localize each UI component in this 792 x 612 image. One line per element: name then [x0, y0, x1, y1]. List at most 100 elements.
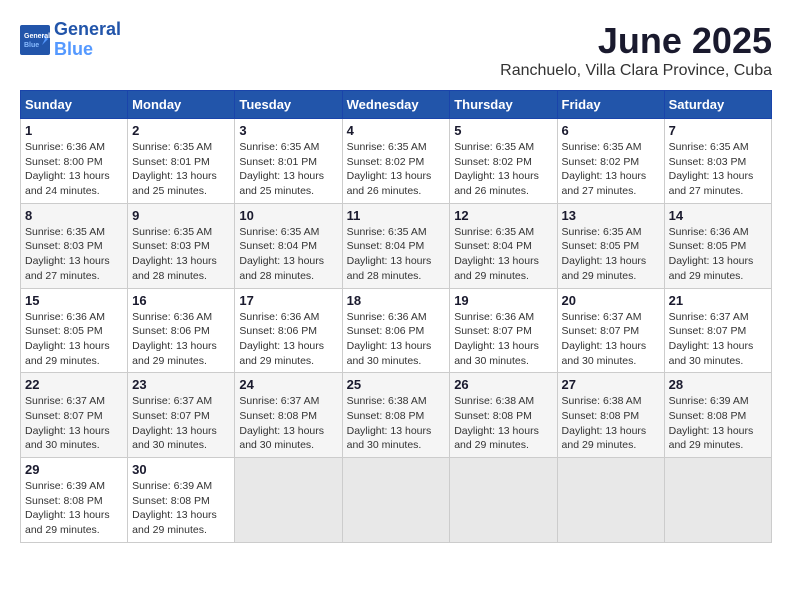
day-info: Sunrise: 6:35 AMSunset: 8:01 PMDaylight:… — [239, 141, 324, 197]
day-info: Sunrise: 6:35 AMSunset: 8:04 PMDaylight:… — [347, 226, 432, 282]
svg-text:General: General — [24, 33, 50, 40]
calendar-cell: 4 Sunrise: 6:35 AMSunset: 8:02 PMDayligh… — [342, 119, 450, 204]
calendar-week-row: 8 Sunrise: 6:35 AMSunset: 8:03 PMDayligh… — [21, 203, 772, 288]
calendar-cell: 14 Sunrise: 6:36 AMSunset: 8:05 PMDaylig… — [664, 203, 771, 288]
calendar-cell — [342, 458, 450, 543]
day-number: 2 — [132, 123, 230, 138]
calendar-cell: 7 Sunrise: 6:35 AMSunset: 8:03 PMDayligh… — [664, 119, 771, 204]
calendar-cell — [235, 458, 342, 543]
day-number: 8 — [25, 208, 123, 223]
calendar-week-row: 1 Sunrise: 6:36 AMSunset: 8:00 PMDayligh… — [21, 119, 772, 204]
day-number: 4 — [347, 123, 446, 138]
calendar-week-row: 15 Sunrise: 6:36 AMSunset: 8:05 PMDaylig… — [21, 288, 772, 373]
calendar-cell: 24 Sunrise: 6:37 AMSunset: 8:08 PMDaylig… — [235, 373, 342, 458]
day-number: 17 — [239, 293, 337, 308]
day-info: Sunrise: 6:37 AMSunset: 8:07 PMDaylight:… — [562, 311, 647, 367]
day-number: 7 — [669, 123, 767, 138]
calendar-cell: 26 Sunrise: 6:38 AMSunset: 8:08 PMDaylig… — [450, 373, 557, 458]
calendar-cell: 18 Sunrise: 6:36 AMSunset: 8:06 PMDaylig… — [342, 288, 450, 373]
day-info: Sunrise: 6:35 AMSunset: 8:01 PMDaylight:… — [132, 141, 217, 197]
day-number: 27 — [562, 377, 660, 392]
calendar-cell: 30 Sunrise: 6:39 AMSunset: 8:08 PMDaylig… — [128, 458, 235, 543]
day-number: 23 — [132, 377, 230, 392]
day-info: Sunrise: 6:36 AMSunset: 8:06 PMDaylight:… — [132, 311, 217, 367]
calendar-table: SundayMondayTuesdayWednesdayThursdayFrid… — [20, 90, 772, 543]
calendar-header-tuesday: Tuesday — [235, 91, 342, 119]
day-number: 1 — [25, 123, 123, 138]
calendar-header-friday: Friday — [557, 91, 664, 119]
calendar-cell: 13 Sunrise: 6:35 AMSunset: 8:05 PMDaylig… — [557, 203, 664, 288]
day-info: Sunrise: 6:36 AMSunset: 8:05 PMDaylight:… — [669, 226, 754, 282]
logo-text: GeneralBlue — [54, 20, 121, 60]
day-number: 21 — [669, 293, 767, 308]
calendar-cell: 12 Sunrise: 6:35 AMSunset: 8:04 PMDaylig… — [450, 203, 557, 288]
day-info: Sunrise: 6:35 AMSunset: 8:05 PMDaylight:… — [562, 226, 647, 282]
calendar-cell: 27 Sunrise: 6:38 AMSunset: 8:08 PMDaylig… — [557, 373, 664, 458]
calendar-cell: 6 Sunrise: 6:35 AMSunset: 8:02 PMDayligh… — [557, 119, 664, 204]
calendar-header-row: SundayMondayTuesdayWednesdayThursdayFrid… — [21, 91, 772, 119]
calendar-cell: 1 Sunrise: 6:36 AMSunset: 8:00 PMDayligh… — [21, 119, 128, 204]
day-number: 11 — [347, 208, 446, 223]
day-number: 20 — [562, 293, 660, 308]
day-info: Sunrise: 6:38 AMSunset: 8:08 PMDaylight:… — [562, 395, 647, 451]
calendar-cell — [450, 458, 557, 543]
calendar-header-monday: Monday — [128, 91, 235, 119]
day-number: 18 — [347, 293, 446, 308]
day-number: 29 — [25, 462, 123, 477]
day-number: 16 — [132, 293, 230, 308]
day-info: Sunrise: 6:35 AMSunset: 8:02 PMDaylight:… — [347, 141, 432, 197]
day-number: 28 — [669, 377, 767, 392]
calendar-cell: 2 Sunrise: 6:35 AMSunset: 8:01 PMDayligh… — [128, 119, 235, 204]
day-info: Sunrise: 6:38 AMSunset: 8:08 PMDaylight:… — [347, 395, 432, 451]
day-info: Sunrise: 6:37 AMSunset: 8:08 PMDaylight:… — [239, 395, 324, 451]
day-info: Sunrise: 6:39 AMSunset: 8:08 PMDaylight:… — [132, 480, 217, 536]
day-number: 5 — [454, 123, 552, 138]
day-number: 15 — [25, 293, 123, 308]
calendar-cell: 15 Sunrise: 6:36 AMSunset: 8:05 PMDaylig… — [21, 288, 128, 373]
day-number: 26 — [454, 377, 552, 392]
day-number: 19 — [454, 293, 552, 308]
day-number: 25 — [347, 377, 446, 392]
day-info: Sunrise: 6:36 AMSunset: 8:00 PMDaylight:… — [25, 141, 110, 197]
calendar-cell: 9 Sunrise: 6:35 AMSunset: 8:03 PMDayligh… — [128, 203, 235, 288]
calendar-cell: 3 Sunrise: 6:35 AMSunset: 8:01 PMDayligh… — [235, 119, 342, 204]
calendar-cell: 17 Sunrise: 6:36 AMSunset: 8:06 PMDaylig… — [235, 288, 342, 373]
day-number: 10 — [239, 208, 337, 223]
day-info: Sunrise: 6:36 AMSunset: 8:06 PMDaylight:… — [239, 311, 324, 367]
day-info: Sunrise: 6:39 AMSunset: 8:08 PMDaylight:… — [669, 395, 754, 451]
calendar-cell: 22 Sunrise: 6:37 AMSunset: 8:07 PMDaylig… — [21, 373, 128, 458]
day-info: Sunrise: 6:35 AMSunset: 8:03 PMDaylight:… — [132, 226, 217, 282]
calendar-cell: 10 Sunrise: 6:35 AMSunset: 8:04 PMDaylig… — [235, 203, 342, 288]
logo: General Blue GeneralBlue — [20, 20, 121, 60]
day-number: 9 — [132, 208, 230, 223]
day-info: Sunrise: 6:35 AMSunset: 8:03 PMDaylight:… — [25, 226, 110, 282]
calendar-cell — [557, 458, 664, 543]
day-number: 3 — [239, 123, 337, 138]
calendar-header-thursday: Thursday — [450, 91, 557, 119]
calendar-cell: 19 Sunrise: 6:36 AMSunset: 8:07 PMDaylig… — [450, 288, 557, 373]
day-info: Sunrise: 6:36 AMSunset: 8:07 PMDaylight:… — [454, 311, 539, 367]
calendar-cell: 21 Sunrise: 6:37 AMSunset: 8:07 PMDaylig… — [664, 288, 771, 373]
calendar-cell: 16 Sunrise: 6:36 AMSunset: 8:06 PMDaylig… — [128, 288, 235, 373]
day-info: Sunrise: 6:35 AMSunset: 8:02 PMDaylight:… — [454, 141, 539, 197]
calendar-header-sunday: Sunday — [21, 91, 128, 119]
day-number: 30 — [132, 462, 230, 477]
day-info: Sunrise: 6:36 AMSunset: 8:06 PMDaylight:… — [347, 311, 432, 367]
main-title: June 2025 — [500, 20, 772, 62]
svg-text:Blue: Blue — [24, 42, 39, 49]
day-info: Sunrise: 6:36 AMSunset: 8:05 PMDaylight:… — [25, 311, 110, 367]
title-area: June 2025 Ranchuelo, Villa Clara Provinc… — [500, 20, 772, 80]
day-info: Sunrise: 6:38 AMSunset: 8:08 PMDaylight:… — [454, 395, 539, 451]
day-info: Sunrise: 6:39 AMSunset: 8:08 PMDaylight:… — [25, 480, 110, 536]
calendar-week-row: 22 Sunrise: 6:37 AMSunset: 8:07 PMDaylig… — [21, 373, 772, 458]
calendar-cell: 11 Sunrise: 6:35 AMSunset: 8:04 PMDaylig… — [342, 203, 450, 288]
day-info: Sunrise: 6:37 AMSunset: 8:07 PMDaylight:… — [25, 395, 110, 451]
calendar-cell: 25 Sunrise: 6:38 AMSunset: 8:08 PMDaylig… — [342, 373, 450, 458]
day-info: Sunrise: 6:35 AMSunset: 8:04 PMDaylight:… — [454, 226, 539, 282]
calendar-header-saturday: Saturday — [664, 91, 771, 119]
day-info: Sunrise: 6:37 AMSunset: 8:07 PMDaylight:… — [669, 311, 754, 367]
subtitle: Ranchuelo, Villa Clara Province, Cuba — [500, 62, 772, 80]
calendar-cell — [664, 458, 771, 543]
calendar-cell: 8 Sunrise: 6:35 AMSunset: 8:03 PMDayligh… — [21, 203, 128, 288]
day-info: Sunrise: 6:35 AMSunset: 8:03 PMDaylight:… — [669, 141, 754, 197]
